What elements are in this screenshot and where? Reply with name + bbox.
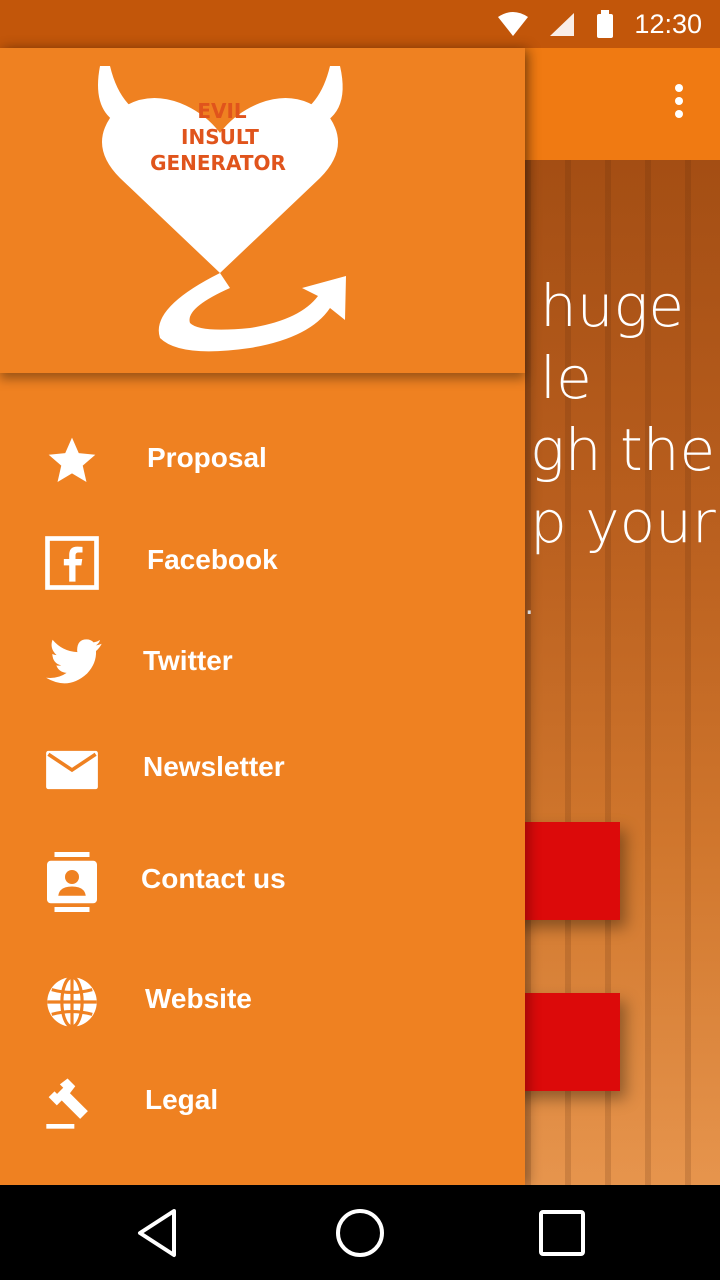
drawer-item-label: Proposal	[147, 442, 267, 473]
drawer-item-label: Twitter	[143, 645, 233, 676]
drawer-item-facebook[interactable]: Facebook	[0, 512, 525, 612]
status-bar: 12:30	[0, 0, 720, 48]
system-nav-bar	[0, 1185, 720, 1280]
drawer-header: EVIL INSULT GENERATOR	[0, 48, 525, 373]
drawer-item-label: Newsletter	[143, 751, 285, 782]
drawer-item-label: Legal	[145, 1084, 219, 1115]
back-icon[interactable]	[130, 1205, 186, 1261]
devil-heart-logo: EVIL INSULT GENERATOR	[98, 66, 346, 352]
drawer-item-website[interactable]: Website	[0, 951, 525, 1051]
insult-line: p your	[530, 488, 716, 556]
star-icon	[38, 430, 106, 492]
wifi-icon	[498, 12, 529, 36]
signal-icon	[550, 13, 575, 36]
battery-icon	[597, 10, 614, 38]
facebook-icon	[38, 532, 106, 594]
recents-icon[interactable]	[534, 1205, 590, 1261]
drawer-item-proposal[interactable]: Proposal	[0, 410, 525, 510]
logo-text: INSULT	[181, 125, 259, 149]
more-vert-icon[interactable]	[674, 84, 684, 124]
drawer-item-label: Facebook	[147, 544, 278, 575]
navigation-drawer: EVIL INSULT GENERATOR Proposal Facebook …	[0, 48, 525, 1185]
contact-card-icon	[38, 851, 106, 913]
twitter-icon	[38, 633, 106, 695]
mail-icon	[38, 739, 106, 801]
drawer-item-contact-us[interactable]: Contact us	[0, 831, 525, 931]
drawer-item-twitter[interactable]: Twitter	[0, 613, 525, 713]
insult-line: huge	[540, 272, 685, 340]
logo-text: GENERATOR	[150, 151, 286, 175]
clock: 12:30	[634, 8, 702, 39]
insult-line: le	[540, 344, 592, 412]
gavel-icon	[38, 1072, 106, 1134]
drawer-item-label: Contact us	[141, 863, 286, 894]
insult-line: gh the	[530, 416, 716, 484]
drawer-item-newsletter[interactable]: Newsletter	[0, 719, 525, 819]
globe-icon	[38, 971, 106, 1033]
drawer-item-label: Website	[145, 983, 252, 1014]
logo-text: EVIL	[197, 99, 247, 123]
drawer-item-legal[interactable]: Legal	[0, 1052, 525, 1152]
home-icon[interactable]	[332, 1205, 388, 1261]
